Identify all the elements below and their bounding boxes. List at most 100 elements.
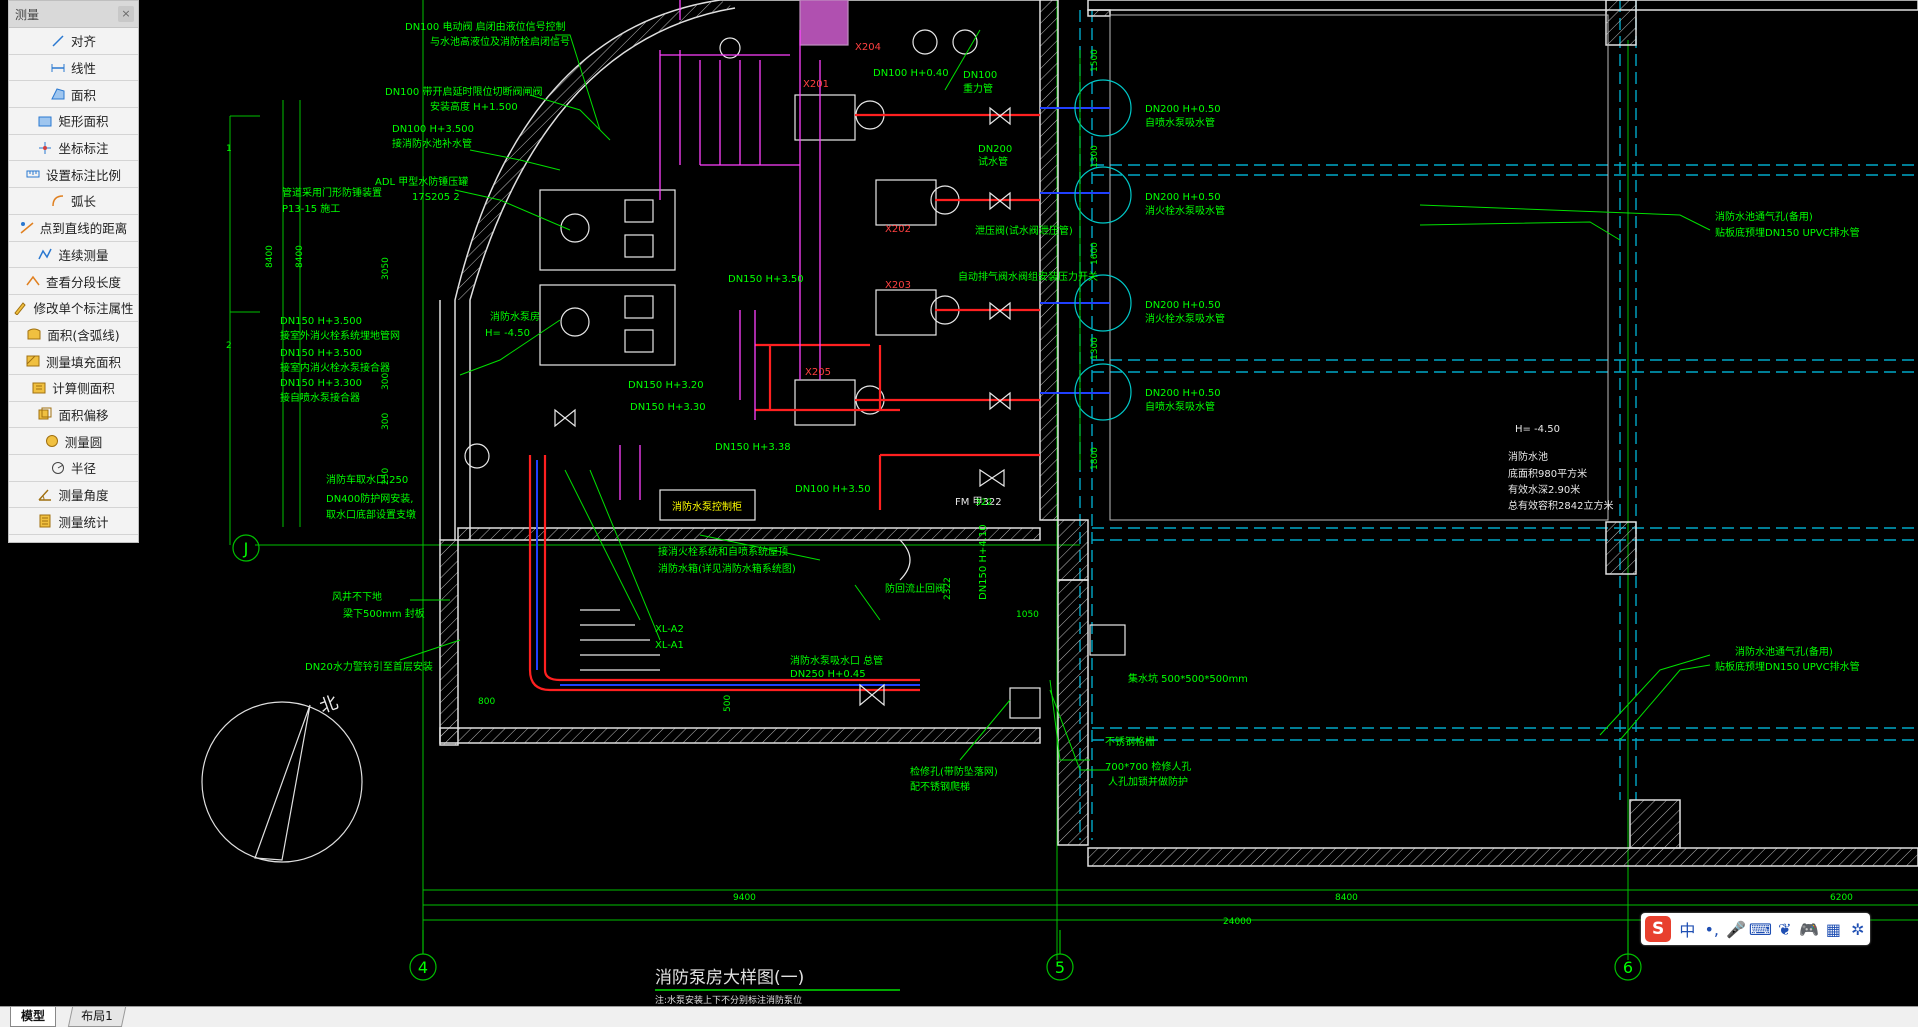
tool-label: 设置标注比例	[45, 167, 121, 183]
tool-coordinate-button[interactable]: 坐标标注	[9, 135, 138, 162]
tool-scale-button[interactable]: 设置标注比例	[9, 161, 138, 189]
dim-left-2: 8400	[295, 245, 305, 268]
label-dn100b2: 重力管	[963, 82, 993, 95]
label-cabinet2: P13-15 施工	[282, 202, 340, 215]
tool-stats-button[interactable]: 测量统计	[9, 508, 138, 536]
dim-bottom-3: 6200	[1830, 893, 1853, 903]
label-inlet3: 取水口底部设置支墩	[326, 508, 416, 521]
tool-label: 面积偏移	[58, 407, 109, 423]
stats-icon	[38, 514, 52, 528]
drawing-title: 消防泵房大样图(一)	[655, 968, 804, 988]
tool-label: 面积(含弧线)	[47, 327, 120, 343]
tool-side-area-button[interactable]: 计算侧面积	[9, 375, 138, 402]
side-area-icon	[32, 381, 46, 395]
grid-bubble-5: 5	[1055, 958, 1065, 977]
label-xl1: XL-A2	[655, 624, 684, 635]
tab-layout1[interactable]: 布局1	[67, 1007, 126, 1027]
tab-layout1-label: 布局1	[81, 1009, 113, 1023]
tool-label: 线性	[70, 61, 96, 77]
tool-point-line-button[interactable]: 点到直线的距离	[9, 215, 138, 242]
tool-hatch-area-button[interactable]: 测量填充面积	[9, 348, 138, 375]
tool-angle-button[interactable]: 测量角度	[9, 482, 138, 509]
tool-align-button[interactable]: 对齐	[9, 28, 138, 55]
tab-model[interactable]: 模型	[10, 1007, 57, 1027]
label-p3: DN150 H+3.300	[280, 378, 362, 389]
label-pump-b2: 消火栓水泵吸水管	[1145, 204, 1225, 217]
ime-toolbar: S 中 •, 🎤 ⌨ ❦ 🎮 ▦ ✲	[1641, 913, 1870, 945]
keyboard-icon[interactable]: ⌨	[1748, 920, 1772, 939]
dim-left-5: 300	[381, 413, 391, 430]
dim-bottom-total: 24000	[1223, 917, 1252, 927]
tool-list: 对齐 线性 面积 矩形面积 坐标标注 设置标注比例 弧长 点到直线的距离 连续测…	[9, 28, 138, 536]
dim-misc-a: 800	[478, 697, 495, 707]
tool-label: 半径	[70, 461, 96, 477]
dim-right-a: 1500	[1090, 49, 1100, 72]
tool-arc-length-button[interactable]: 弧长	[9, 188, 138, 215]
label-main2: DN250 H+0.45	[790, 669, 866, 680]
tool-segment-button[interactable]: 查看分段长度	[9, 268, 138, 295]
label-p1: DN150 H+3.500	[280, 316, 362, 327]
punctuation-icon[interactable]: •,	[1700, 920, 1724, 939]
dim-left-1: 8400	[265, 245, 275, 268]
tool-radius-button[interactable]: 半径	[9, 455, 138, 482]
area-offset-icon	[38, 407, 52, 421]
label-vent2: 消防水池通气孔(备用)	[1735, 645, 1833, 658]
close-icon[interactable]: ×	[118, 6, 134, 22]
tool-area-offset-button[interactable]: 面积偏移	[9, 402, 138, 429]
tool-rect-area-button[interactable]: 矩形面积	[9, 108, 138, 135]
label-vent2b: 贴板底预埋DN150 UPVC排水管	[1715, 660, 1860, 673]
panel-title: 测量	[15, 8, 40, 22]
dim-left-t2: 2	[226, 341, 232, 351]
tool-linear-button[interactable]: 线性	[9, 55, 138, 82]
radius-icon	[51, 461, 65, 475]
angle-icon	[38, 488, 52, 502]
label-p1b: 接室外消火栓系统埋地管网	[280, 329, 400, 342]
tool-circle-button[interactable]: 测量圆	[9, 428, 138, 455]
dim-misc-d: 2322	[943, 577, 953, 600]
cad-drawing-canvas[interactable]: DN100 电动阀 启闭由液位信号控制 与水池高液位及消防栓启闭信号 DN100…	[0, 0, 1918, 1006]
label-float-valve2: 安装高度 H+1.500	[430, 100, 518, 113]
label-ctrl: 消防水泵控制柜	[672, 500, 742, 513]
label-dn200b: 试水管	[978, 155, 1008, 168]
label-adl: ADL 甲型水防锤压罐	[375, 175, 468, 188]
label-manhole2: 人孔加锁并做防护	[1108, 775, 1188, 788]
microphone-icon[interactable]: 🎤	[1724, 920, 1748, 939]
apps-grid-icon[interactable]: ▦	[1821, 920, 1845, 939]
hatch-area-icon	[26, 354, 40, 368]
label-h330: DN150 H+3.30	[630, 402, 706, 413]
tool-label: 坐标标注	[58, 141, 109, 157]
label-h350: DN150 H+3.50	[728, 274, 804, 285]
label-pool-d: 总有效容积2842立方米	[1508, 499, 1613, 512]
skin-icon[interactable]: ❦	[1773, 920, 1797, 939]
label-float-valve: DN100 带开启延时限位切断阀闸阀	[385, 85, 542, 98]
label-p3b: 接自喷水泵接合器	[280, 391, 360, 404]
area-icon	[51, 87, 65, 101]
tool-label: 查看分段长度	[45, 274, 121, 290]
toolbox-icon[interactable]: ✲	[1846, 920, 1870, 939]
label-auto: 自动排气阀水阀组安装压力开关	[958, 270, 1098, 283]
grid-bubble-j: J	[243, 539, 249, 558]
align-icon	[51, 34, 65, 48]
label-fire-net: 防回流止回阀	[885, 582, 945, 595]
tool-continuous-button[interactable]: 连续测量	[9, 242, 138, 269]
dim-left-3: 3050	[381, 257, 391, 280]
label-x205: X205	[805, 367, 831, 378]
tool-label: 修改单个标注属性	[33, 301, 134, 317]
panel-header: 测量 ×	[9, 1, 138, 28]
sogou-logo-icon[interactable]: S	[1645, 916, 1672, 942]
dim-left-6: 250	[381, 468, 391, 485]
ime-language-toggle[interactable]: 中	[1675, 917, 1699, 941]
tool-arc-area-button[interactable]: 面积(含弧线)	[9, 322, 138, 349]
label-pump-d2: 自喷水泵吸水管	[1145, 400, 1215, 413]
label-main: 消防水泵吸水口 总管	[790, 654, 883, 667]
tool-area-button[interactable]: 面积	[9, 81, 138, 109]
dim-misc-b: 500	[723, 695, 733, 712]
label-vent1: 消防水池通气孔(备用)	[1715, 210, 1813, 223]
gamepad-icon[interactable]: 🎮	[1797, 920, 1821, 939]
label-pump-b: DN200 H+0.50	[1145, 192, 1221, 203]
label-h338: DN150 H+3.38	[715, 442, 791, 453]
tool-label: 矩形面积	[58, 114, 109, 130]
label-h356: DN100 H+3.50	[795, 484, 871, 495]
tool-label: 测量填充面积	[45, 354, 121, 370]
tool-edit-dim-button[interactable]: 修改单个标注属性	[9, 295, 138, 322]
